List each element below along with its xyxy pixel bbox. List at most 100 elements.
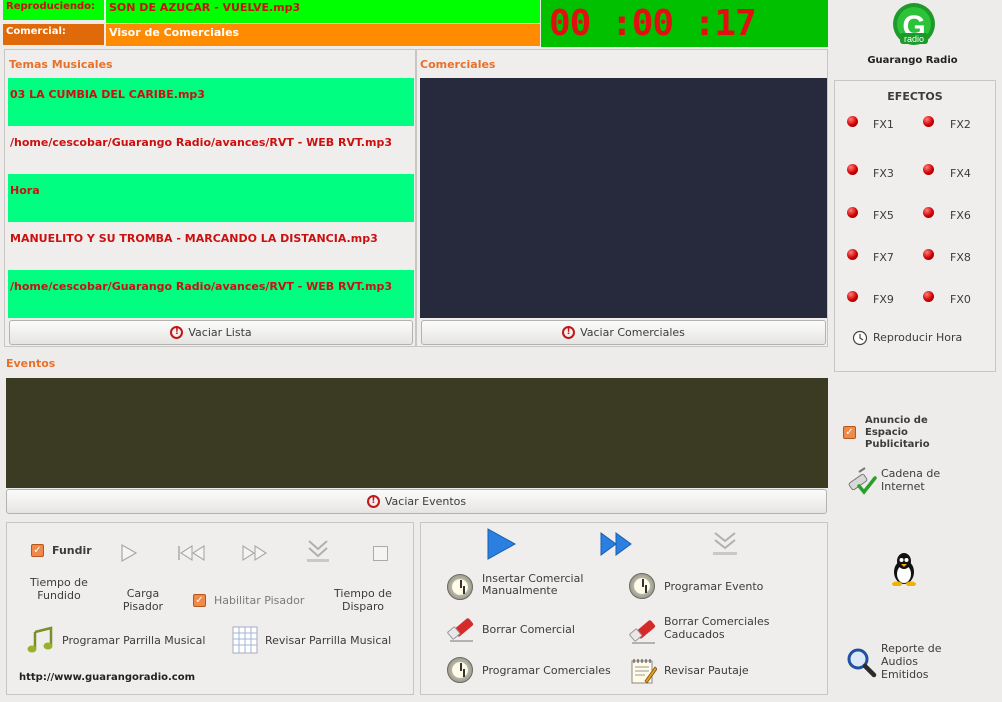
guarango-logo-icon: G radio [893, 3, 935, 45]
schedule-event-button[interactable]: Programar Evento [629, 571, 799, 603]
commercial-value: Visor de Comerciales [106, 24, 540, 46]
skip-back-icon[interactable] [176, 543, 206, 563]
clear-events-button[interactable]: ! Vaciar Eventos [6, 489, 827, 514]
enable-stepper-checkbox[interactable]: ✓ [193, 594, 206, 607]
list-item[interactable]: MANUELITO Y SU TROMBA - MARCANDO LA DIST… [8, 222, 414, 270]
play-hour-label: Reproducir Hora [873, 331, 963, 344]
fast-forward-icon[interactable] [599, 531, 633, 557]
effects-panel: EFECTOS FX1 FX2 FX3 FX4 FX5 FX6 FX7 FX8 … [834, 80, 996, 372]
enable-stepper-label: Habilitar Pisador [214, 594, 305, 607]
commercials-panel: Comerciales ! Vaciar Comerciales [416, 49, 828, 347]
fx8-label: FX8 [950, 251, 971, 264]
schedule-commercials-button[interactable]: Programar Comerciales [447, 655, 637, 687]
review-schedule-button[interactable]: Revisar Pautaje [629, 655, 799, 687]
clear-commercials-button[interactable]: ! Vaciar Comerciales [421, 320, 826, 345]
delete-commercial-label: Borrar Comercial [482, 623, 575, 636]
clear-list-button[interactable]: ! Vaciar Lista [9, 320, 413, 345]
delete-expired-button[interactable]: Borrar Comerciales Caducados [629, 615, 799, 647]
fx9-button[interactable] [847, 291, 858, 302]
fx2-button[interactable] [923, 116, 934, 127]
insert-commercial-label: Insertar Comercial Manualmente [482, 572, 584, 597]
plug-check-icon [848, 467, 877, 495]
fx2-label: FX2 [950, 118, 971, 131]
fire-time-label: Tiempo de Disparo [334, 587, 392, 613]
list-item[interactable]: 03 LA CUMBIA DEL CARIBE.mp3 [8, 78, 414, 126]
load-stepper-label: Carga Pisador [122, 587, 164, 613]
report-button[interactable]: Reporte de Audios Emitidos [845, 642, 975, 682]
stop-button[interactable] [373, 546, 388, 561]
commercial-actions-panel: Insertar Comercial Manualmente Programar… [420, 522, 828, 695]
commercial-label: Comercial: [3, 24, 104, 45]
list-item[interactable]: /home/cescobar/Guarango Radio/avances/RV… [8, 126, 414, 174]
warning-icon: ! [170, 326, 184, 339]
schedule-commercials-label: Programar Comerciales [482, 664, 611, 677]
clock-icon [852, 330, 868, 346]
eraser-icon [447, 618, 474, 642]
list-item[interactable]: /home/cescobar/Guarango Radio/avances/RV… [8, 270, 414, 318]
events-panel-title: Eventos [6, 357, 56, 370]
events-list[interactable] [6, 378, 828, 488]
brand-logo: G radio [888, 2, 940, 54]
fx5-label: FX5 [873, 209, 894, 222]
review-schedule-label: Revisar Pautaje [664, 664, 749, 677]
eraser-icon [629, 620, 656, 644]
now-playing-value: SON DE AZUCAR - VUELVE.mp3 [106, 0, 540, 23]
fx6-button[interactable] [923, 207, 934, 218]
playing-label: Reproduciendo: [3, 0, 104, 20]
review-music-button[interactable]: Revisar Parrilla Musical [232, 626, 412, 654]
clear-events-label: Vaciar Eventos [384, 495, 467, 508]
fx0-label: FX0 [950, 293, 971, 306]
internet-chain-label: Cadena de Internet [881, 467, 941, 493]
fx1-button[interactable] [847, 116, 858, 127]
effects-title: EFECTOS [887, 90, 943, 103]
brand-name: Guarango Radio [867, 55, 958, 66]
fade-checkbox[interactable]: ✓ [31, 544, 44, 557]
music-list[interactable]: 03 LA CUMBIA DEL CARIBE.mp3 /home/cescob… [8, 78, 414, 318]
fx1-label: FX1 [873, 118, 894, 131]
playback-timer: 00 :00 :17 [541, 0, 828, 47]
notepad-icon [631, 659, 657, 684]
fx4-label: FX4 [950, 167, 971, 180]
fx0-button[interactable] [923, 291, 934, 302]
music-note-icon [27, 626, 53, 653]
clock-icon [629, 573, 655, 599]
player-panel: ✓ Fundir Tiempo de Fundido Carga Pisador… [6, 522, 414, 695]
warning-icon: ! [562, 326, 576, 339]
clear-list-label: Vaciar Lista [188, 326, 252, 339]
fx8-button[interactable] [923, 249, 934, 260]
play-hour-button[interactable]: Reproducir Hora [852, 330, 992, 348]
fx3-label: FX3 [873, 167, 894, 180]
music-panel-title: Temas Musicales [9, 58, 113, 71]
schedule-event-label: Programar Evento [664, 580, 764, 593]
fx7-button[interactable] [847, 249, 858, 260]
commercials-list[interactable] [420, 78, 827, 318]
fx4-button[interactable] [923, 164, 934, 175]
grid-icon [232, 626, 258, 654]
music-panel: Temas Musicales 03 LA CUMBIA DEL CARIBE.… [4, 49, 416, 347]
fade-time-label: Tiempo de Fundido [30, 576, 88, 602]
delete-commercial-button[interactable]: Borrar Comercial [447, 615, 617, 647]
ad-space-label: Anuncio de Espacio Publicitario [865, 415, 930, 450]
internet-chain-button[interactable]: Cadena de Internet [845, 466, 975, 496]
download-icon[interactable] [305, 537, 331, 565]
ad-space-checkbox[interactable]: ✓ [843, 426, 856, 439]
insert-commercial-button[interactable]: Insertar Comercial Manualmente [447, 571, 617, 603]
review-music-label: Revisar Parrilla Musical [265, 634, 392, 647]
schedule-music-button[interactable]: Programar Parrilla Musical [27, 626, 217, 654]
commercials-panel-title: Comerciales [420, 58, 496, 71]
schedule-music-label: Programar Parrilla Musical [62, 634, 206, 647]
download-icon[interactable] [711, 529, 739, 559]
fx6-label: FX6 [950, 209, 971, 222]
svg-text:radio: radio [904, 34, 924, 44]
magnifier-icon [847, 648, 877, 678]
clock-icon [447, 657, 473, 683]
fx9-label: FX9 [873, 293, 894, 306]
list-item[interactable]: Hora [8, 174, 414, 222]
fx3-button[interactable] [847, 164, 858, 175]
linux-tux-icon [892, 553, 916, 586]
play-icon[interactable] [120, 543, 138, 563]
fast-forward-icon[interactable] [241, 543, 269, 563]
fx5-button[interactable] [847, 207, 858, 218]
play-icon[interactable] [485, 527, 517, 561]
website-link[interactable]: http://www.guarangoradio.com [19, 672, 195, 683]
